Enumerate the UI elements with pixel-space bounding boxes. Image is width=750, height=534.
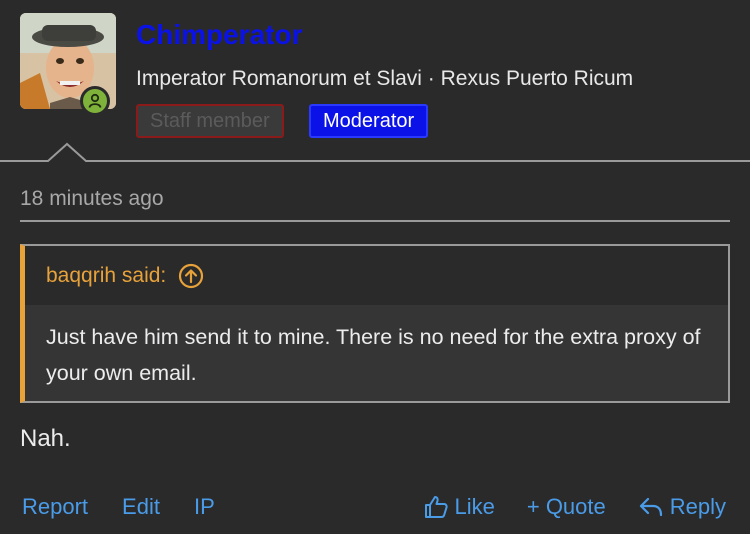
like-button[interactable]: Like	[423, 492, 495, 522]
quote-button[interactable]: + Quote	[527, 492, 606, 522]
arrow-up-circle-icon[interactable]	[178, 263, 204, 289]
quote-header: baqqrih said:	[25, 246, 728, 305]
quote-text: Just have him send it to mine. There is …	[25, 305, 728, 401]
reply-button[interactable]: Reply	[638, 492, 726, 522]
post-header: Chimperator Imperator Romanorum et Slavi…	[0, 0, 750, 162]
like-label: Like	[454, 494, 495, 519]
post-actions-left: Report Edit IP	[22, 492, 215, 522]
user-title: Imperator Romanorum et Slavi · Rexus Pue…	[136, 67, 634, 90]
timestamp-divider	[20, 220, 730, 222]
post-actions-right: Like + Quote Reply	[391, 492, 726, 522]
reply-label: Reply	[669, 494, 726, 519]
quote-author-link[interactable]: baqqrih said:	[46, 264, 166, 288]
moderator-badge: Moderator	[309, 104, 429, 138]
post-message: Nah.	[20, 425, 71, 452]
username-link[interactable]: Chimperator	[136, 18, 302, 52]
reply-arrow-icon	[639, 497, 662, 517]
quote-label: + Quote	[526, 494, 606, 519]
quote-block: baqqrih said: Just have him send it to m…	[20, 244, 730, 403]
post-timestamp[interactable]: 18 minutes ago	[20, 186, 164, 212]
thumbs-up-icon	[424, 496, 448, 518]
staff-member-badge: Staff member	[136, 104, 284, 138]
ip-link[interactable]: IP	[194, 492, 215, 522]
header-divider	[0, 142, 750, 162]
user-online-icon	[80, 86, 110, 116]
report-link[interactable]: Report	[22, 492, 88, 522]
edit-link[interactable]: Edit	[122, 492, 160, 522]
